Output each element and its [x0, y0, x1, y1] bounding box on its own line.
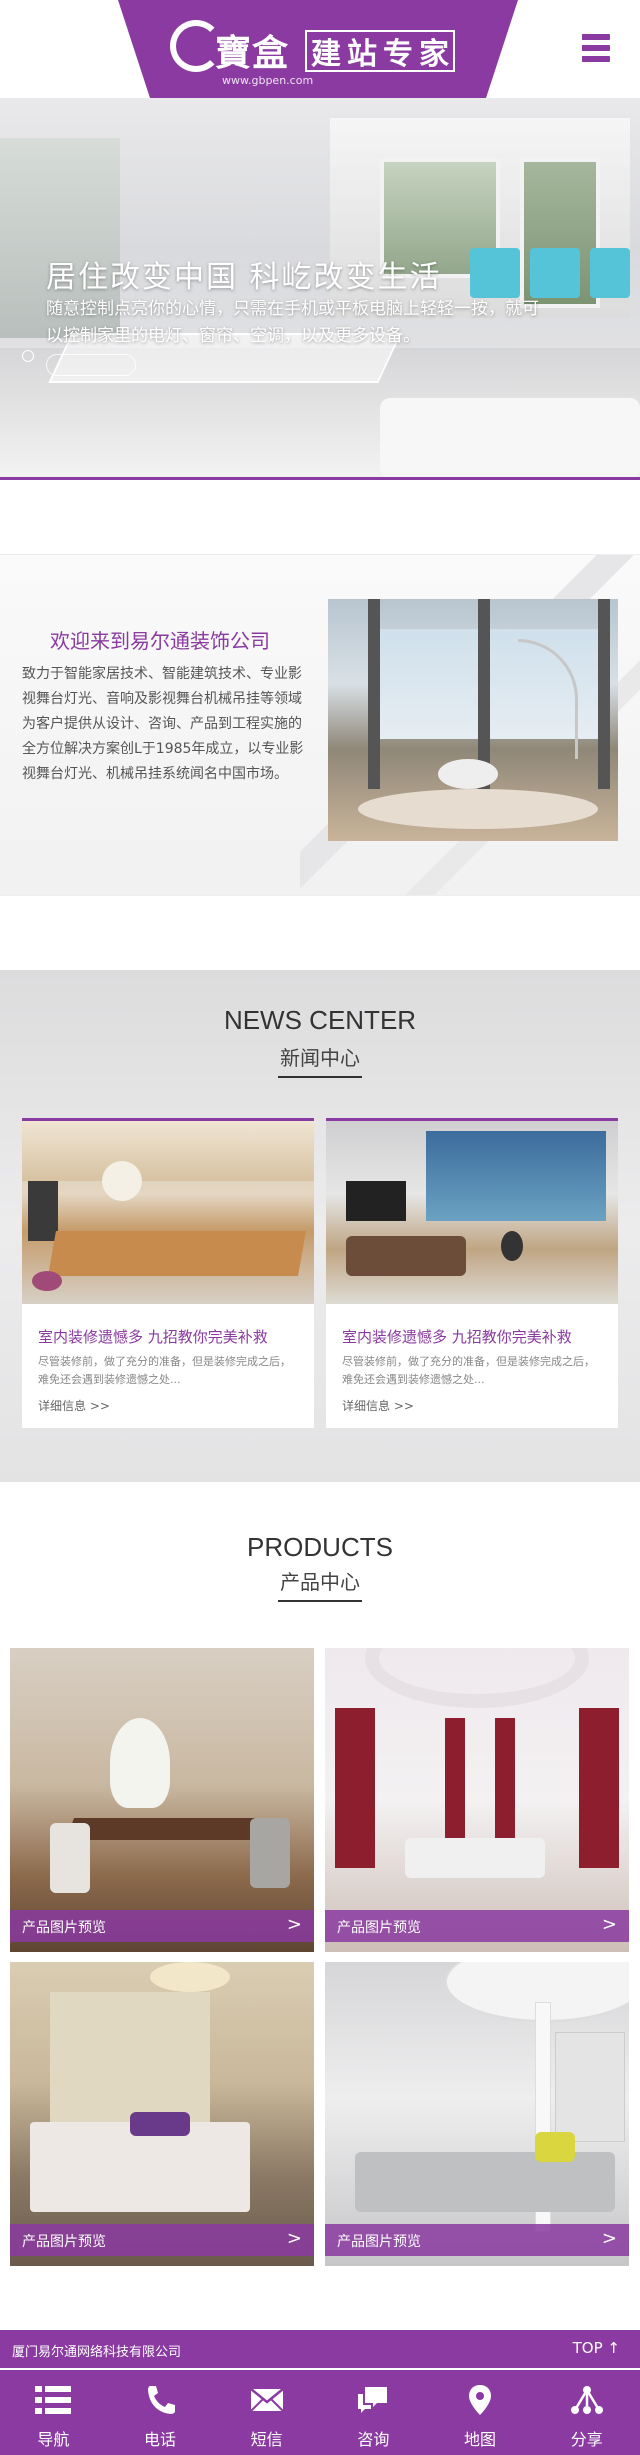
news-card[interactable]: 室内装修遗憾多 九招教你完美补救 尽管装修前，做了充分的准备，但是装修完成之后，… — [326, 1118, 618, 1428]
banner: 居住改变中国 科屹改变生活 随意控制点亮你的心情，只需在手机或平板电脑上轻轻一按… — [0, 98, 640, 480]
back-to-top-button[interactable]: TOP ↑ — [573, 2339, 620, 2357]
logo-badge-char: 建 — [311, 37, 341, 72]
news-desc: 尽管装修前，做了充分的准备，但是装修完成之后，难免还会遇到装修遗憾之处... — [38, 1355, 291, 1386]
nav-label: 电话 — [144, 2430, 177, 2449]
nav-label: 分享 — [570, 2430, 603, 2449]
chat-icon — [358, 2387, 388, 2413]
product-caption-bar: 产品图片预览 > — [10, 2224, 314, 2256]
nav-label: 地图 — [464, 2430, 497, 2449]
news-more-link[interactable]: 详细信息 >> — [342, 1397, 414, 1414]
product-label: 产品图片预览 — [22, 2234, 106, 2250]
footer-bar: 厦门易尔通网络科技有限公司 TOP ↑ — [0, 2330, 640, 2368]
logo-badge-char: 专 — [383, 37, 413, 72]
logo-url: www.gbpen.com — [222, 74, 314, 87]
news-title-cn: 新闻中心 — [280, 1046, 360, 1070]
logo-badge-char: 家 — [419, 37, 449, 72]
news-title-en: NEWS CENTER — [223, 1005, 417, 1035]
product-card[interactable]: 产品图片预览 > — [10, 1648, 314, 1952]
logo-badge-char: 站 — [347, 37, 377, 72]
news-desc: 尽管装修前，做了充分的准备，但是装修完成之后，难免还会遇到装修遗憾之处... — [342, 1355, 595, 1386]
nav-label: 短信 — [250, 2430, 283, 2449]
news-title-underline — [278, 1076, 362, 1078]
nav-label: 咨询 — [357, 2430, 390, 2449]
header: 寶盒 建 站 专 家 www.gbpen.com — [0, 0, 640, 98]
banner-title: 居住改变中国 科屹改变生活 — [46, 260, 442, 295]
nav-item-navigation[interactable]: 导航 — [0, 2370, 107, 2455]
nav-item-phone[interactable]: 电话 — [107, 2370, 214, 2455]
news-card[interactable]: 室内装修遗憾多 九招教你完美补救 尽管装修前，做了充分的准备，但是装修完成之后，… — [22, 1118, 314, 1428]
page: 寶盒 建 站 专 家 www.gbpen.com 居住改变中国 科屹改变生活 随… — [0, 0, 640, 2455]
mail-icon — [249, 2388, 284, 2412]
news-title[interactable]: 室内装修遗憾多 九招教你完美补救 — [342, 1326, 572, 1347]
chevron-right-icon: > — [286, 2228, 302, 2249]
nav-item-sms[interactable]: 短信 — [213, 2370, 320, 2455]
banner-chair — [530, 248, 580, 298]
nav-item-map[interactable]: 地图 — [427, 2370, 534, 2455]
news-title[interactable]: 室内装修遗憾多 九招教你完美补救 — [38, 1326, 268, 1347]
news-image — [22, 1121, 314, 1304]
product-card[interactable]: 产品图片预览 > — [325, 1648, 629, 1952]
product-label: 产品图片预览 — [22, 1920, 106, 1936]
about-text: 致力于智能家居技术、智能建筑技术、专业影视舞台灯光、音响及影视舞台机械吊挂等领域… — [22, 666, 304, 782]
banner-dot — [22, 350, 34, 362]
about-title[interactable]: 欢迎来到易尔通装饰公司 — [50, 625, 270, 654]
banner-chair — [470, 248, 520, 298]
list-icon — [35, 2386, 72, 2414]
product-caption-bar: 产品图片预览 > — [10, 1910, 314, 1942]
products-title-underline — [278, 1600, 362, 1602]
products-title-cn: 产品中心 — [280, 1570, 360, 1594]
chevron-right-icon: > — [286, 1914, 302, 1935]
banner-more-button[interactable] — [46, 354, 136, 376]
chevron-right-icon: > — [601, 1914, 617, 1935]
logo-badge: 建 站 专 家 — [305, 30, 455, 72]
product-caption-bar: 产品图片预览 > — [325, 1910, 629, 1942]
product-label: 产品图片预览 — [337, 1920, 421, 1936]
chevron-right-icon: > — [601, 2228, 617, 2249]
logo-text: 寶盒 — [215, 32, 290, 74]
banner-sofa — [380, 398, 640, 477]
phone-icon — [148, 2386, 175, 2414]
footer-company: 厦门易尔通网络科技有限公司 — [12, 2345, 182, 2360]
news-more-link[interactable]: 详细信息 >> — [38, 1397, 110, 1414]
banner-chair — [590, 248, 630, 298]
menu-icon[interactable] — [576, 34, 610, 62]
share-icon — [570, 2386, 603, 2414]
banner-subtitle: 随意控制点亮你的心情，只需在手机或平板电脑上轻轻一按，就可以控制家里的电灯、窗帘… — [46, 299, 539, 346]
nav-label: 导航 — [37, 2430, 70, 2449]
product-label: 产品图片预览 — [337, 2234, 421, 2250]
nav-item-consult[interactable]: 咨询 — [320, 2370, 427, 2455]
about-image — [328, 599, 618, 841]
product-caption-bar: 产品图片预览 > — [325, 2224, 629, 2256]
products-title-en: PRODUCTS — [247, 1532, 393, 1562]
nav-item-share[interactable]: 分享 — [533, 2370, 640, 2455]
map-pin-icon — [469, 2385, 492, 2415]
product-card[interactable]: 产品图片预览 > — [325, 1962, 629, 2266]
news-image — [326, 1121, 618, 1304]
product-card[interactable]: 产品图片预览 > — [10, 1962, 314, 2266]
bottom-nav: 导航 电话 短信 咨询 地图 分享 — [0, 2370, 640, 2455]
about-section: 欢迎来到易尔通装饰公司 致力于智能家居技术、智能建筑技术、专业影视舞台灯光、音响… — [0, 554, 640, 896]
